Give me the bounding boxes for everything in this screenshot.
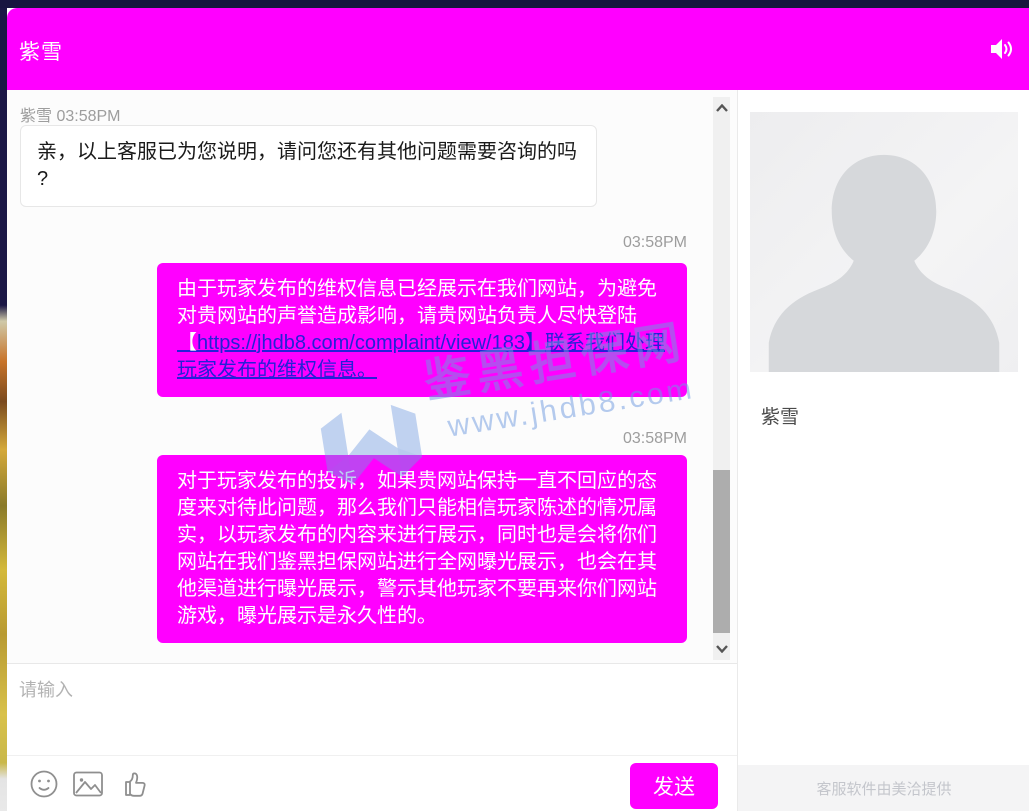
emoji-icon[interactable] bbox=[29, 769, 59, 799]
visitor-message-text: 对于玩家发布的投诉，如果贵网站保持一直不回应的态 度来对待此问题，那么我们只能相… bbox=[177, 470, 657, 627]
link-bracket: 【 bbox=[177, 332, 197, 354]
message-list[interactable]: 紫雪 03:58PM 亲，以上客服已为您说明，请问您还有其他问题需要咨询的吗 ?… bbox=[7, 90, 737, 663]
agent-info-panel: 紫雪 客服软件由美洽提供 bbox=[737, 90, 1029, 811]
chat-widget: 紫雪 紫雪 03:58PM 亲，以上客服已为您说明，请问您还有其他问题需要咨询的… bbox=[7, 8, 1029, 811]
agent-message-text: 亲，以上客服已为您说明，请问您还有其他问题需要咨询的吗 ? bbox=[37, 141, 577, 190]
page-background-sliver bbox=[0, 8, 7, 811]
timestamp: 03:58PM bbox=[623, 430, 687, 448]
visitor-message-bubble: 由于玩家发布的维权信息已经展示在我们网站，为避免 对贵网站的声誉造成影响，请贵网… bbox=[157, 263, 687, 397]
person-silhouette-icon bbox=[750, 112, 1018, 372]
composer-toolbar: 发送 bbox=[7, 755, 737, 811]
chat-scrollbar[interactable] bbox=[713, 97, 730, 660]
visitor-message-text: 由于玩家发布的维权信息已经展示在我们网站，为避免 对贵网站的声誉造成影响，请贵网… bbox=[177, 278, 657, 327]
message-composer bbox=[7, 663, 737, 755]
scrollbar-thumb[interactable] bbox=[713, 470, 730, 633]
scroll-down-arrow-icon[interactable] bbox=[713, 640, 730, 658]
timestamp: 03:58PM bbox=[623, 234, 687, 252]
message-sender-label: 紫雪 03:58PM bbox=[20, 102, 121, 126]
scroll-up-arrow-icon[interactable] bbox=[713, 99, 730, 117]
conversation-column: 紫雪 03:58PM 亲，以上客服已为您说明，请问您还有其他问题需要咨询的吗 ?… bbox=[7, 90, 737, 811]
agent-name: 紫雪 bbox=[761, 402, 799, 429]
link-text: https://jhdb8.com/complaint/view/183】联系我… bbox=[177, 332, 665, 381]
agent-title: 紫雪 bbox=[19, 36, 63, 66]
thumbs-up-icon[interactable] bbox=[117, 768, 149, 800]
meiqia-chat-window: 紫雪 紫雪 03:58PM 亲，以上客服已为您说明，请问您还有其他问题需要咨询的… bbox=[0, 0, 1029, 811]
agent-avatar bbox=[750, 112, 1018, 372]
provider-footer: 客服软件由美洽提供 bbox=[738, 765, 1029, 811]
message-input[interactable] bbox=[7, 664, 737, 755]
complaint-link[interactable]: 【https://jhdb8.com/complaint/view/183】联系… bbox=[177, 332, 665, 381]
image-upload-icon[interactable] bbox=[72, 769, 104, 799]
send-button[interactable]: 发送 bbox=[630, 763, 718, 809]
agent-message-bubble: 亲，以上客服已为您说明，请问您还有其他问题需要咨询的吗 ? bbox=[20, 125, 597, 207]
chat-header: 紫雪 bbox=[7, 8, 1029, 90]
speaker-icon[interactable] bbox=[989, 36, 1017, 62]
visitor-message-bubble: 对于玩家发布的投诉，如果贵网站保持一直不回应的态 度来对待此问题，那么我们只能相… bbox=[157, 455, 687, 643]
